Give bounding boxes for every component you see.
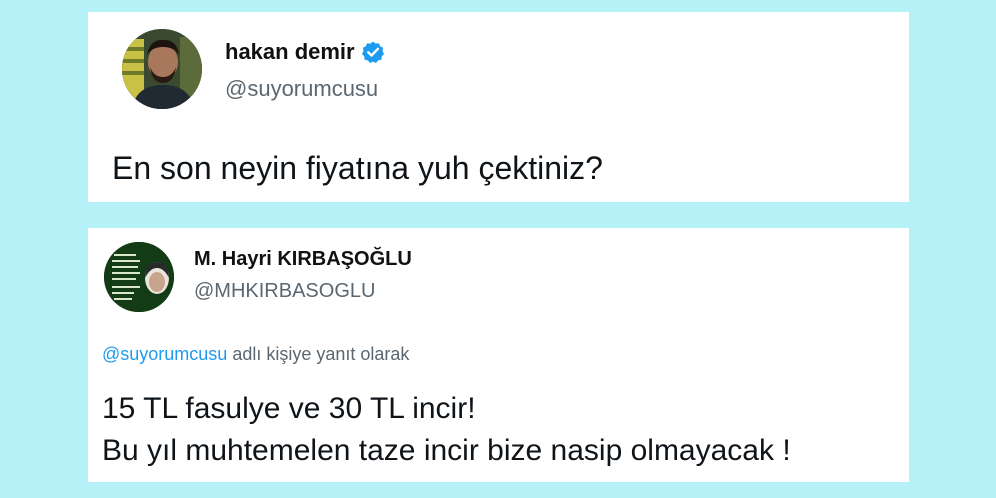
profile-photo-icon (122, 29, 202, 109)
avatar[interactable] (122, 29, 202, 109)
tweet-text-line: 15 TL fasulye ve 30 TL incir! (102, 392, 476, 425)
reply-context: @suyorumcusu adlı kişiye yanıt olarak (102, 344, 409, 365)
author-row: M. Hayri KIRBAŞOĞLU (194, 248, 412, 271)
author-row: hakan demir (225, 39, 385, 65)
reply-to-link[interactable]: @suyorumcusu (102, 344, 227, 364)
author-handle[interactable]: @suyorumcusu (225, 76, 378, 102)
profile-photo-icon (104, 242, 174, 312)
verified-badge-icon (361, 41, 384, 63)
tweet-text-line: Bu yıl muhtemelen taze incir bize nasip … (102, 434, 791, 467)
author-name[interactable]: hakan demir (225, 39, 355, 65)
tweet-text: En son neyin fiyatına yuh çektiniz? (112, 150, 603, 186)
avatar[interactable] (104, 242, 174, 312)
tweet-card-1[interactable]: hakan demir @suyorumcusu En son neyin fi… (88, 12, 909, 202)
reply-context-label: adlı kişiye yanıt olarak (227, 344, 410, 364)
tweet-card-2[interactable]: M. Hayri KIRBAŞOĞLU @MHKIRBASOGLU @suyor… (88, 228, 909, 482)
author-name[interactable]: M. Hayri KIRBAŞOĞLU (194, 248, 412, 271)
tweet-text: 15 TL fasulye ve 30 TL incir! Bu yıl muh… (102, 388, 791, 472)
author-handle[interactable]: @MHKIRBASOGLU (194, 280, 375, 303)
